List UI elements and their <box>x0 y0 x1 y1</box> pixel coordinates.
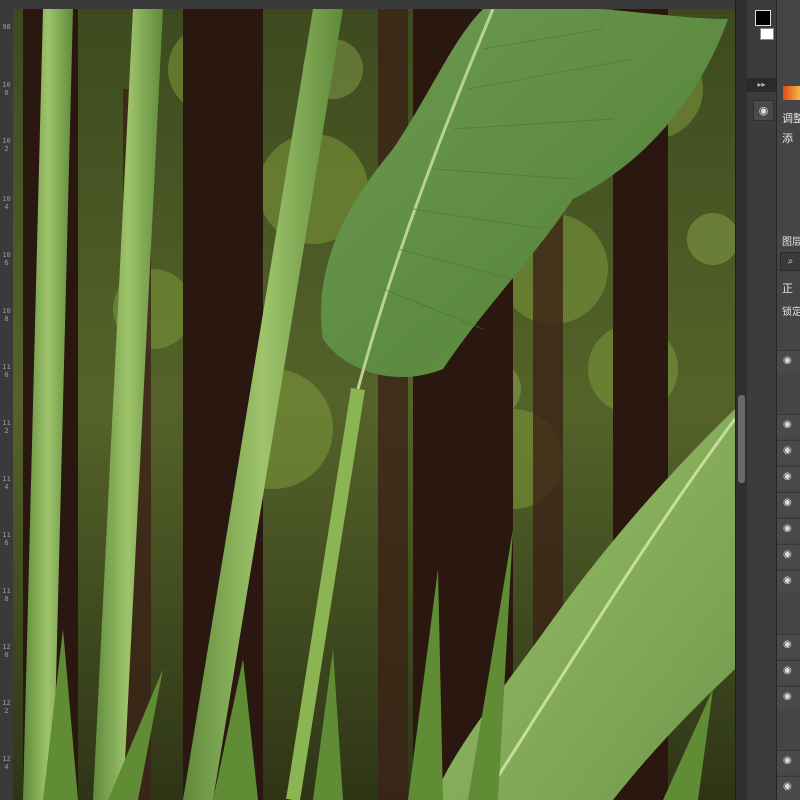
ruler-label: 100 <box>2 81 11 97</box>
eye-icon[interactable]: ◉ <box>783 640 793 650</box>
ruler-label: 124 <box>2 755 11 771</box>
layer-row[interactable]: ◉ <box>777 518 800 541</box>
eye-icon[interactable]: ◉ <box>783 782 793 792</box>
eye-icon[interactable]: ◉ <box>783 576 793 586</box>
ruler-label: 120 <box>2 643 11 659</box>
eye-icon[interactable]: ◉ <box>783 472 793 482</box>
layer-row[interactable]: ◉ <box>777 492 800 515</box>
panel-label-styles: 添 <box>782 132 793 145</box>
layer-row[interactable]: ◉ <box>777 440 800 463</box>
left-ruler: 98 100 102 104 106 108 110 112 114 116 1… <box>0 9 14 800</box>
eye-icon[interactable]: ◉ <box>783 446 793 456</box>
search-icon[interactable]: ⌕ <box>780 252 800 271</box>
eye-icon[interactable]: ◉ <box>783 420 793 430</box>
layer-row[interactable]: ◉ <box>777 750 800 773</box>
layer-row[interactable]: ◉ <box>777 414 800 437</box>
ruler-label: 112 <box>2 419 11 435</box>
eye-icon[interactable]: ◉ <box>783 756 793 766</box>
layer-row[interactable]: ◉ <box>777 776 800 799</box>
layer-row[interactable]: ◉ <box>777 350 800 373</box>
ruler-label: 110 <box>2 363 11 379</box>
ruler-label: 104 <box>2 195 11 211</box>
ruler-label: 106 <box>2 251 11 267</box>
eye-icon[interactable]: ◉ <box>783 692 793 702</box>
panel-dock: ▸▸ ◉ 调整 添 图层 ⌕ 正 锁定 ◉ ◉ ◉ ◉ ◉ ◉ ◉ ◉ ◉ ◉ … <box>747 0 800 800</box>
eye-icon[interactable]: ◉ <box>783 666 793 676</box>
eye-icon[interactable]: ◉ <box>783 524 793 534</box>
panel-label-layers[interactable]: 图层 <box>782 236 800 249</box>
ruler-label: 116 <box>2 531 11 547</box>
eye-icon[interactable]: ◉ <box>783 498 793 508</box>
ruler-label: 114 <box>2 475 11 491</box>
tool-column: ▸▸ ◉ <box>747 0 777 800</box>
blend-mode-select[interactable]: 正 <box>782 282 793 295</box>
layer-row[interactable]: ◉ <box>777 570 800 593</box>
scrollbar-thumb[interactable] <box>738 395 745 483</box>
forest-photo <box>13 9 735 800</box>
layer-row[interactable]: ◉ <box>777 634 800 657</box>
layer-row[interactable]: ◉ <box>777 466 800 489</box>
ruler-label: 108 <box>2 307 11 323</box>
image-canvas[interactable] <box>13 9 735 800</box>
background-color-swatch[interactable] <box>760 28 774 40</box>
ruler-label: 98 <box>2 23 11 31</box>
panel-label-lock: 锁定 <box>782 307 800 318</box>
foreground-color-swatch[interactable] <box>755 10 771 26</box>
adjustments-icon[interactable]: ◉ <box>753 100 774 121</box>
layer-row[interactable]: ◉ <box>777 660 800 683</box>
eye-icon[interactable]: ◉ <box>783 550 793 560</box>
panel-label-adjust: 调整 <box>782 112 800 125</box>
ruler-label: 122 <box>2 699 11 715</box>
collapse-icon[interactable]: ▸▸ <box>747 78 776 92</box>
layer-row[interactable]: ◉ <box>777 686 800 709</box>
eye-icon[interactable]: ◉ <box>783 356 793 366</box>
ruler-label: 118 <box>2 587 11 603</box>
layer-row[interactable]: ◉ <box>777 544 800 567</box>
gradient-swatch[interactable] <box>783 86 800 100</box>
layers-panel: 调整 添 图层 ⌕ 正 锁定 ◉ ◉ ◉ ◉ ◉ ◉ ◉ ◉ ◉ ◉ ◉ ◉ ◉ <box>777 0 800 800</box>
ruler-label: 102 <box>2 137 11 153</box>
